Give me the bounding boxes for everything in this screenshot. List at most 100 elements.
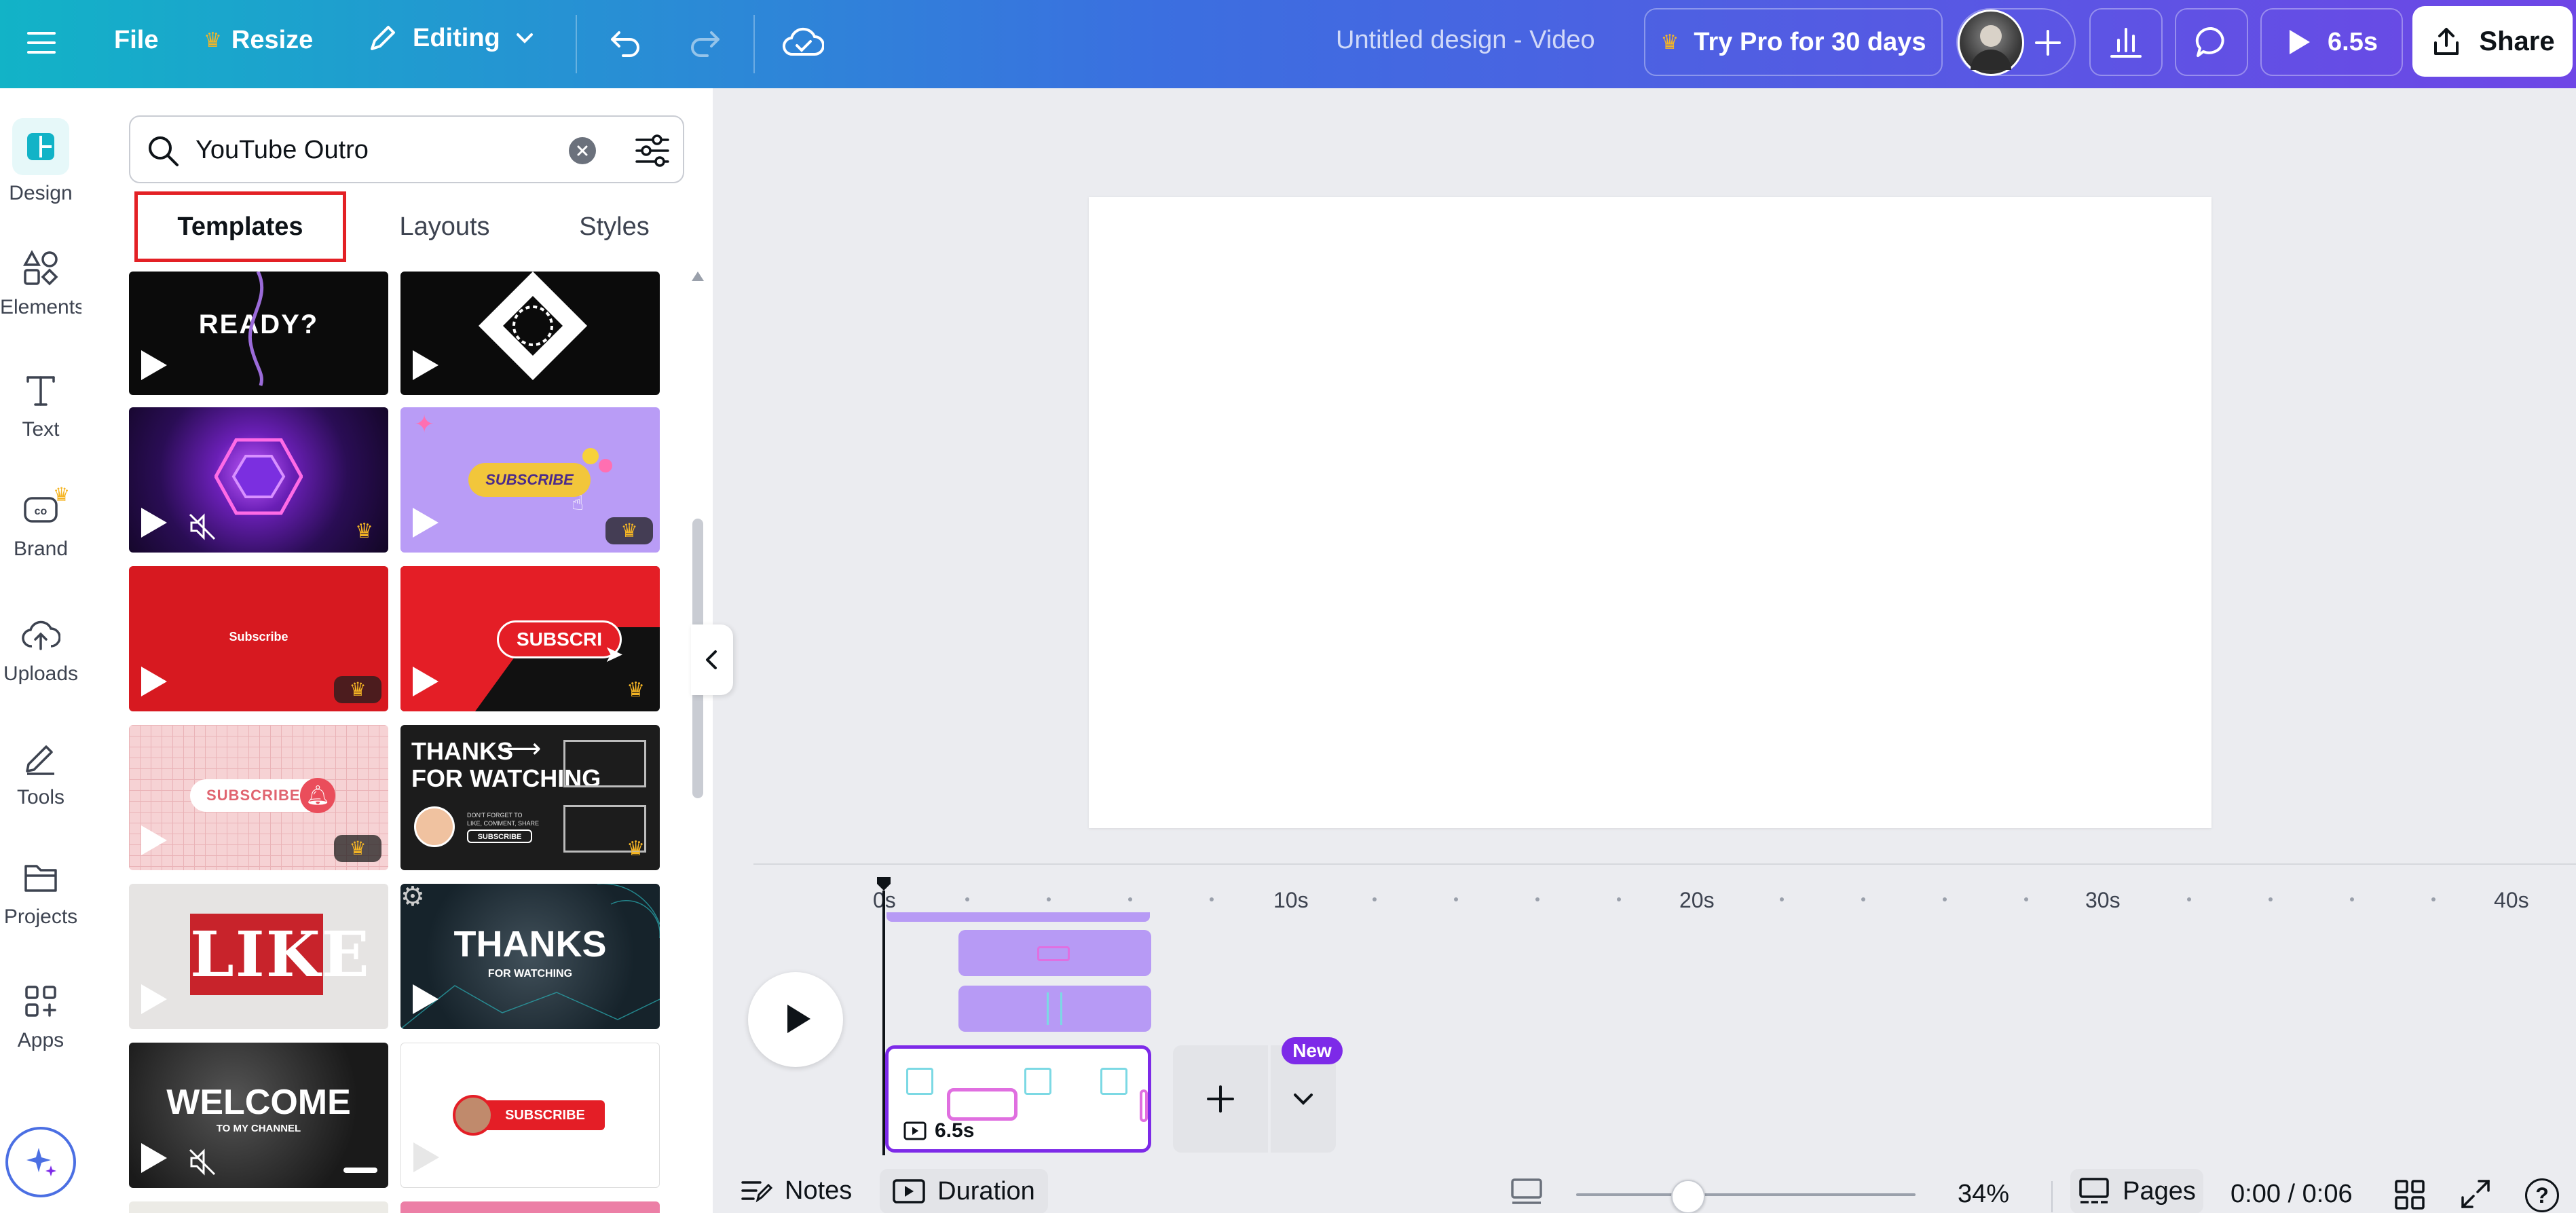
template-thumbnail[interactable]: [400, 1201, 660, 1213]
fullscreen-icon[interactable]: [2459, 1177, 2493, 1211]
clip-element: [1024, 1068, 1051, 1095]
video-placeholder-box: [563, 740, 646, 787]
svg-text:co: co: [35, 506, 48, 517]
zoom-slider-track[interactable]: [1576, 1193, 1916, 1196]
ruler-tick: [2350, 897, 2354, 901]
template-thumbnail[interactable]: LIKE: [129, 884, 388, 1029]
template-thumbnail[interactable]: THANKS ⟶ FOR WATCHING DON'T FORGET TO LI…: [400, 725, 660, 870]
collapse-panel-button[interactable]: [691, 624, 733, 695]
ruler-tick: [2024, 897, 2028, 901]
tab-styles[interactable]: Styles: [543, 191, 686, 262]
ruler-tick: [1454, 897, 1458, 901]
template-thumbnail[interactable]: SUBSCRIBE 🔔︎ ♛: [129, 725, 388, 870]
rail-item-uploads[interactable]: Uploads: [0, 616, 81, 686]
try-pro-button[interactable]: ♛ Try Pro for 30 days: [1644, 8, 1943, 76]
chevron-down-icon: [1291, 1089, 1315, 1109]
grid-view-icon[interactable]: [2393, 1178, 2426, 1211]
template-thumbnail[interactable]: SUBSCRIBE ✦ ☝ ♛: [400, 407, 660, 553]
overlay-track[interactable]: [958, 986, 1151, 1032]
rail-item-tools[interactable]: Tools: [0, 739, 81, 809]
rail-label: Tools: [0, 786, 81, 809]
avatar: [453, 1095, 493, 1136]
rail-label: Projects: [0, 906, 81, 929]
zoom-slider-thumb[interactable]: [1671, 1180, 1705, 1213]
template-thumbnail[interactable]: ⚙ THANKS FOR WATCHING: [400, 884, 660, 1029]
tab-layouts[interactable]: Layouts: [367, 191, 523, 262]
resize-button[interactable]: ♛ Resize: [204, 26, 313, 55]
add-clip-button[interactable]: [1173, 1045, 1268, 1153]
file-menu[interactable]: File: [114, 26, 158, 55]
share-button[interactable]: Share: [2412, 6, 2573, 77]
template-thumbnail[interactable]: [129, 1201, 388, 1213]
template-thumbnail[interactable]: SUBSCRI ➤ ♛: [400, 566, 660, 711]
avatar[interactable]: [1958, 10, 2024, 76]
video-clip[interactable]: 6.5s: [885, 1045, 1151, 1153]
play-icon: [783, 1002, 813, 1036]
ruler-label: 30s: [2085, 888, 2121, 913]
template-thumbnail[interactable]: [400, 272, 660, 395]
pages-button[interactable]: Pages: [2070, 1169, 2203, 1213]
comments-button[interactable]: [2175, 8, 2248, 76]
undo-icon[interactable]: [608, 24, 643, 63]
magic-assistant-button[interactable]: [5, 1127, 76, 1197]
play-icon: [141, 508, 167, 538]
design-title[interactable]: Untitled design - Video: [1336, 26, 1595, 55]
template-thumbnail[interactable]: ♛: [129, 407, 388, 553]
search-icon: [147, 134, 181, 168]
present-duration: 6.5s: [2328, 28, 2378, 57]
rail-item-elements[interactable]: Elements: [0, 250, 81, 319]
clip-element: [1140, 1089, 1148, 1122]
clip-element: [947, 1088, 1018, 1121]
overlay-track[interactable]: [958, 930, 1151, 976]
template-thumbnail[interactable]: Subscribe ♛: [129, 566, 388, 711]
tab-templates[interactable]: Templates: [134, 191, 346, 262]
ruler-tick: [1373, 897, 1377, 901]
rail-item-projects[interactable]: Projects: [0, 861, 81, 929]
template-thumbnail[interactable]: WELCOME TO MY CHANNEL: [129, 1043, 388, 1188]
duration-button[interactable]: Duration: [880, 1169, 1048, 1213]
templates-panel: YouTube Outro Templates Layouts Styles R…: [81, 88, 713, 1213]
filter-icon[interactable]: [634, 133, 671, 168]
subscribe-tag: SUBSCRIBE: [467, 829, 532, 843]
search-field[interactable]: YouTube Outro: [129, 115, 684, 183]
page-layout-icon[interactable]: [1510, 1177, 1544, 1208]
play-icon: [141, 825, 167, 855]
rail-item-design[interactable]: Design: [0, 118, 81, 205]
rail-item-apps[interactable]: Apps: [0, 983, 81, 1052]
upload-icon: [2430, 25, 2463, 58]
play-icon: [141, 984, 167, 1014]
timeline-play-button[interactable]: [748, 972, 843, 1067]
analytics-button[interactable]: [2089, 8, 2163, 76]
search-input[interactable]: YouTube Outro: [195, 136, 369, 165]
panel-scrollbar[interactable]: [690, 272, 705, 1213]
track-marker: [1047, 992, 1049, 1025]
ruler-tick: [1780, 897, 1784, 901]
rail-item-brand[interactable]: ♛ co Brand: [0, 489, 81, 561]
track-strip-top[interactable]: [886, 912, 1150, 922]
editing-mode-dropdown[interactable]: Editing: [367, 22, 536, 54]
playhead[interactable]: [876, 876, 892, 892]
crown-icon: ♛: [627, 837, 645, 861]
ruler-tick: [1047, 897, 1051, 901]
premium-badge: ♛: [334, 835, 381, 862]
ruler-tick: [1617, 897, 1621, 901]
add-collaborator-icon[interactable]: [2031, 26, 2065, 63]
crown-icon: ♛: [627, 678, 645, 702]
template-thumbnail[interactable]: READY?: [129, 272, 388, 395]
template-thumbnail[interactable]: SUBSCRIBE: [400, 1043, 660, 1188]
notes-button[interactable]: Notes: [740, 1170, 852, 1211]
editing-label: Editing: [413, 24, 500, 53]
design-canvas[interactable]: [1089, 197, 2211, 828]
cloud-save-icon[interactable]: [782, 23, 824, 64]
help-icon[interactable]: ?: [2525, 1178, 2559, 1212]
clear-search-icon[interactable]: [569, 137, 596, 164]
redo-icon[interactable]: [687, 24, 722, 63]
zoom-value[interactable]: 34%: [1958, 1180, 2009, 1209]
present-button[interactable]: 6.5s: [2260, 8, 2403, 76]
scroll-up-arrow-icon[interactable]: [692, 272, 704, 281]
rail-item-text[interactable]: Text: [0, 372, 81, 441]
ruler-tick: [2269, 897, 2273, 901]
menu-icon[interactable]: [26, 27, 57, 58]
chevron-left-icon: [703, 649, 721, 671]
ruler-tick: [1210, 897, 1214, 901]
